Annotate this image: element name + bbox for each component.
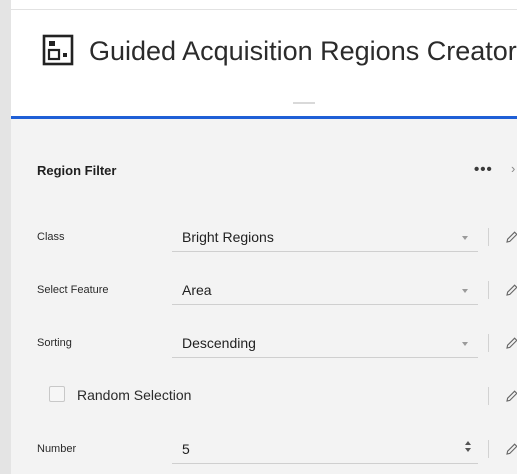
class-label: Class <box>37 231 65 243</box>
number-spinner[interactable]: 5 <box>172 437 478 464</box>
app-header: Guided Acquisition Regions Creator <box>11 9 517 117</box>
app-title: Guided Acquisition Regions Creator <box>89 36 517 66</box>
divider <box>488 387 489 405</box>
chevron-down-icon <box>462 236 468 240</box>
divider <box>488 228 489 246</box>
number-label: Number <box>37 443 77 455</box>
more-options-button[interactable]: ••• <box>474 161 493 178</box>
select-feature-label: Select Feature <box>37 284 109 296</box>
edit-pencil-icon[interactable] <box>505 230 517 244</box>
region-filter-panel: Region Filter ••• › Class Bright Regions… <box>11 119 517 474</box>
edit-pencil-icon[interactable] <box>505 283 517 297</box>
divider <box>488 334 489 352</box>
select-feature-value: Area <box>182 282 212 298</box>
class-dropdown[interactable]: Bright Regions <box>172 225 478 252</box>
window-left-edge <box>0 0 11 474</box>
app-square-dot-icon <box>42 34 74 66</box>
edit-pencil-icon[interactable] <box>505 442 517 456</box>
divider <box>488 440 489 458</box>
class-value: Bright Regions <box>182 229 274 245</box>
sorting-dropdown[interactable]: Descending <box>172 331 478 358</box>
select-feature-dropdown[interactable]: Area <box>172 278 478 305</box>
sorting-label: Sorting <box>37 337 72 349</box>
chevron-down-icon <box>462 342 468 346</box>
window-top-edge <box>0 0 517 9</box>
chevron-down-icon <box>462 289 468 293</box>
number-value: 5 <box>182 441 190 457</box>
divider <box>488 281 489 299</box>
random-selection-label[interactable]: Random Selection <box>77 387 191 403</box>
random-selection-checkbox[interactable] <box>49 386 65 402</box>
collapse-icon[interactable]: › <box>511 161 515 176</box>
edit-pencil-icon[interactable] <box>505 336 517 350</box>
edit-pencil-icon[interactable] <box>505 389 517 403</box>
panel-title: Region Filter <box>37 163 117 178</box>
sorting-value: Descending <box>182 335 256 351</box>
drag-handle[interactable] <box>293 102 315 104</box>
spinner-arrows-icon[interactable] <box>465 441 471 455</box>
